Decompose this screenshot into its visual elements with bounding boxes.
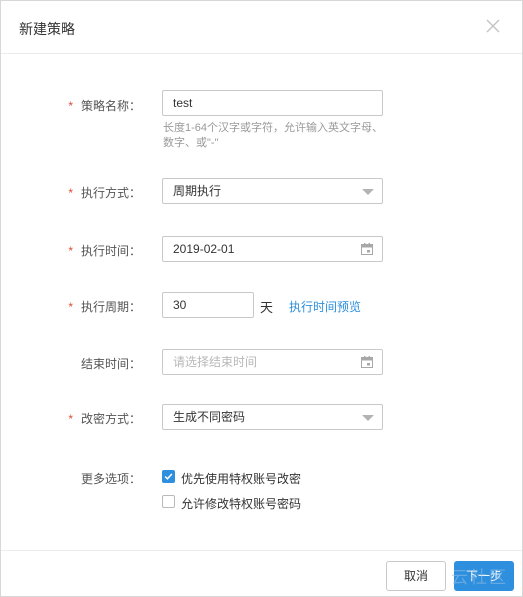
calendar-icon[interactable] bbox=[361, 243, 373, 255]
required-mark: * bbox=[68, 300, 73, 314]
required-mark: * bbox=[68, 186, 73, 200]
exec-time-label: * 执行时间： bbox=[68, 244, 141, 258]
dialog-header: 新建策略 bbox=[1, 1, 522, 54]
exec-mode-label: * 执行方式： bbox=[68, 186, 141, 200]
exec-time-preview-link[interactable]: 执行时间预览 bbox=[289, 298, 361, 315]
dialog-title: 新建策略 bbox=[19, 21, 75, 37]
strategy-name-hint: 长度1-64个汉字或字符，允许输入英文字母、 数字、或"-" bbox=[163, 122, 384, 149]
change-mode-value: 生成不同密码 bbox=[173, 410, 246, 424]
exec-period-input[interactable]: 30 bbox=[162, 292, 254, 318]
checkmark-icon bbox=[164, 473, 173, 480]
exec-time-value: 2019-02-01 bbox=[173, 242, 235, 256]
allow-modify-privileged-password-label[interactable]: 允许修改特权账号密码 bbox=[181, 495, 301, 512]
required-mark: * bbox=[68, 412, 73, 426]
required-mark: * bbox=[68, 99, 73, 113]
end-time-input[interactable]: 请选择结束时间 bbox=[162, 349, 383, 375]
exec-period-label: * 执行周期： bbox=[68, 300, 141, 314]
more-options-label: 更多选项： bbox=[80, 472, 141, 486]
strategy-name-input[interactable]: test bbox=[162, 90, 383, 116]
next-step-button[interactable]: 下一步 bbox=[454, 561, 514, 591]
cancel-button[interactable]: 取消 bbox=[386, 561, 446, 591]
end-time-placeholder: 请选择结束时间 bbox=[173, 355, 258, 369]
calendar-icon[interactable] bbox=[361, 356, 373, 368]
prefer-privileged-account-checkbox[interactable] bbox=[162, 470, 175, 483]
chevron-down-icon bbox=[362, 189, 374, 195]
prefer-privileged-account-label[interactable]: 优先使用特权账号改密 bbox=[181, 470, 301, 487]
new-strategy-dialog: 新建策略 * 策略名称： test 长度1-64个汉字或字符，允许输入英文字母、 … bbox=[0, 0, 523, 597]
exec-mode-value: 周期执行 bbox=[173, 184, 222, 198]
strategy-name-label: * 策略名称： bbox=[68, 99, 141, 113]
change-mode-select[interactable]: 生成不同密码 bbox=[162, 404, 383, 430]
chevron-down-icon bbox=[362, 415, 374, 421]
required-mark: * bbox=[68, 244, 73, 258]
change-mode-label: * 改密方式： bbox=[68, 412, 141, 426]
allow-modify-privileged-password-checkbox[interactable] bbox=[162, 495, 175, 508]
exec-time-input[interactable]: 2019-02-01 bbox=[162, 236, 383, 262]
close-icon[interactable] bbox=[485, 18, 501, 34]
exec-mode-select[interactable]: 周期执行 bbox=[162, 178, 383, 204]
end-time-label: 结束时间： bbox=[80, 357, 141, 371]
exec-period-unit: 天 bbox=[260, 300, 274, 315]
